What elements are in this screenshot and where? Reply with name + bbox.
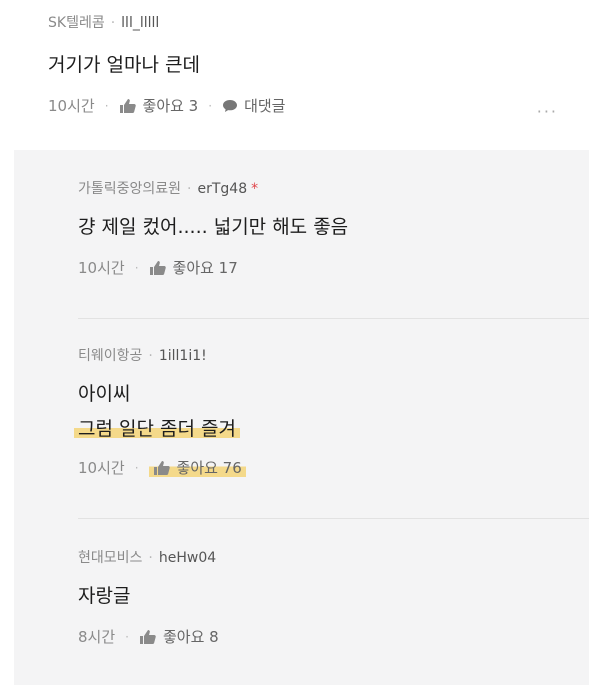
reply-footer: 10시간 · 좋아요 17 bbox=[78, 257, 578, 278]
reply-footer: 10시간 · 좋아요 76 bbox=[78, 457, 578, 478]
replies-section: 가톨릭중앙의료원 · erTg48 * 걍 제일 컸어..... 넓기만 해도 좋음 … bbox=[14, 150, 589, 685]
timestamp: 8시간 bbox=[78, 628, 116, 646]
company-name: 현대모비스 bbox=[78, 550, 143, 566]
reply-footer: 8시간 · 좋아요 8 bbox=[78, 626, 578, 647]
separator: · bbox=[104, 98, 109, 113]
thumbs-up-icon bbox=[153, 460, 170, 475]
comment-text: 거기가 얼마나 큰데 bbox=[48, 54, 200, 76]
company-name: SK텔레콤 bbox=[48, 15, 105, 31]
nickname[interactable]: lll_lllll bbox=[121, 15, 159, 31]
reply-text: 자랑글 bbox=[78, 585, 131, 607]
like-button[interactable]: 좋아요 76 bbox=[148, 457, 246, 478]
reply-text: 아이씨 bbox=[78, 383, 131, 405]
reply-item: 가톨릭중앙의료원 · erTg48 * 걍 제일 컸어..... 넓기만 해도 좋음 … bbox=[78, 178, 578, 278]
top-comment: SK텔레콤 · lll_lllll 거기가 얼마나 큰데 10시간 · 좋아요 3 … bbox=[0, 0, 600, 150]
timestamp: 10시간 bbox=[78, 259, 125, 277]
thumbs-up-icon bbox=[149, 260, 166, 275]
reply-author[interactable]: 티웨이항공 · 1ill1i1! bbox=[78, 345, 578, 365]
nickname[interactable]: 1ill1i1! bbox=[159, 348, 207, 364]
nickname[interactable]: heHw04 bbox=[159, 550, 216, 566]
separator: · bbox=[187, 181, 192, 197]
company-name: 티웨이항공 bbox=[78, 348, 143, 364]
like-count: 좋아요 3 bbox=[142, 97, 199, 115]
like-button[interactable]: 좋아요 3 bbox=[119, 95, 199, 116]
thumbs-up-icon bbox=[119, 98, 136, 113]
author-badge: * bbox=[251, 181, 259, 197]
like-count: 좋아요 17 bbox=[172, 259, 238, 277]
separator: · bbox=[148, 550, 153, 566]
thumbs-up-icon bbox=[139, 629, 156, 644]
separator: · bbox=[134, 260, 139, 275]
reply-item: 현대모비스 · heHw04 자랑글 8시간 · 좋아요 8 bbox=[78, 547, 578, 647]
like-count: 좋아요 8 bbox=[162, 628, 219, 646]
separator: · bbox=[134, 460, 139, 475]
comment-author[interactable]: SK텔레콤 · lll_lllll bbox=[48, 12, 159, 32]
reply-text: 걍 제일 컸어..... 넓기만 해도 좋음 bbox=[78, 216, 349, 238]
separator: · bbox=[110, 15, 116, 31]
divider bbox=[78, 318, 589, 319]
reply-item: 티웨이항공 · 1ill1i1! 아이씨 그럼 일단 좀더 즐겨 10시간 · 좋아… bbox=[74, 345, 578, 478]
like-button[interactable]: 좋아요 8 bbox=[139, 626, 219, 647]
separator: · bbox=[208, 98, 213, 113]
timestamp: 10시간 bbox=[78, 459, 125, 477]
reply-button[interactable]: 대댓글 bbox=[222, 95, 285, 116]
like-button[interactable]: 좋아요 17 bbox=[149, 257, 238, 278]
reply-author[interactable]: 현대모비스 · heHw04 bbox=[78, 547, 578, 567]
comment-footer: 10시간 · 좋아요 3 · 대댓글 bbox=[48, 95, 285, 116]
reply-author[interactable]: 가톨릭중앙의료원 · erTg48 * bbox=[78, 178, 578, 198]
more-options-icon[interactable]: ··· bbox=[537, 102, 558, 121]
highlighted-reply-text: 그럼 일단 좀더 즐겨 bbox=[74, 418, 240, 440]
like-count: 좋아요 76 bbox=[176, 459, 242, 477]
separator: · bbox=[125, 629, 129, 644]
speech-bubble-icon bbox=[223, 99, 238, 112]
reply-label: 대댓글 bbox=[244, 97, 286, 115]
separator: · bbox=[148, 348, 153, 364]
nickname[interactable]: erTg48 bbox=[198, 181, 248, 197]
divider bbox=[78, 518, 589, 519]
timestamp: 10시간 bbox=[48, 97, 95, 115]
company-name: 가톨릭중앙의료원 bbox=[78, 181, 182, 197]
